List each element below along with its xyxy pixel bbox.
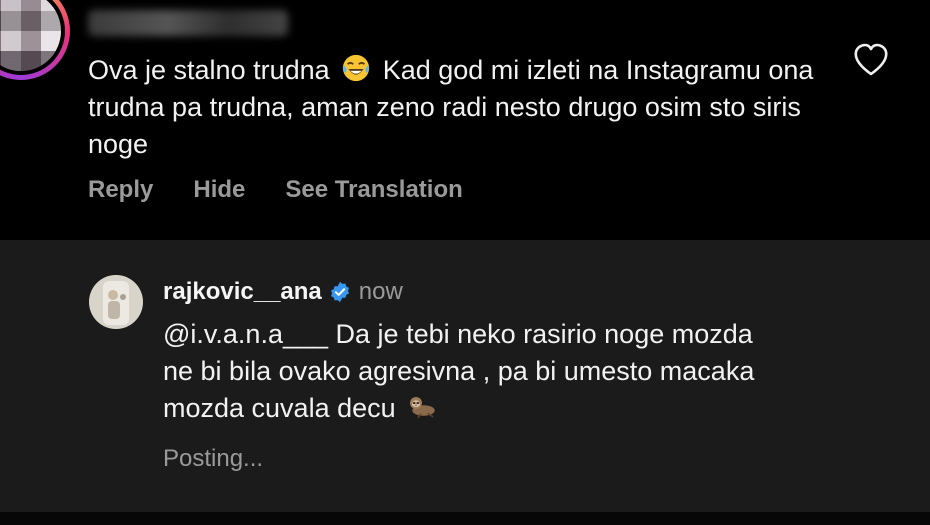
reply-avatar-image	[89, 275, 143, 329]
like-button[interactable]	[851, 40, 891, 80]
hide-button[interactable]: Hide	[193, 176, 245, 204]
parent-comment-text-part1: Ova je stalno trudna	[88, 55, 330, 85]
blurred-username	[88, 10, 288, 36]
parent-comment-text: Ova je stalno trudna Kad god mi izleti n…	[88, 52, 828, 163]
reply-text: @i.v.a.n.a___ Da je tebi neko rasirio no…	[163, 316, 783, 427]
sloth-icon	[410, 397, 435, 418]
heart-outline-icon	[854, 43, 888, 76]
reply-comment: rajkovic__ana now @i.v.a.n.a___ Da je te…	[0, 240, 930, 512]
bottom-divider	[0, 512, 930, 525]
parent-comment: Ova je stalno trudna Kad god mi izleti n…	[0, 0, 930, 240]
reply-username[interactable]: rajkovic__ana	[163, 278, 322, 306]
reply-header: rajkovic__ana now	[163, 278, 403, 306]
posting-status: Posting...	[163, 445, 264, 472]
mention-link[interactable]: @i.v.a.n.a___	[163, 319, 328, 349]
reply-button[interactable]: Reply	[88, 176, 153, 204]
reply-avatar[interactable]	[89, 275, 143, 329]
face-with-tears-of-joy-icon	[343, 54, 370, 82]
see-translation-button[interactable]: See Translation	[285, 176, 462, 204]
reply-timestamp: now	[358, 278, 403, 305]
comment-actions: Reply Hide See Translation	[88, 176, 463, 204]
verified-badge-icon	[330, 281, 349, 303]
pixelated-avatar-image	[0, 0, 61, 71]
commenter-avatar[interactable]	[0, 0, 70, 80]
